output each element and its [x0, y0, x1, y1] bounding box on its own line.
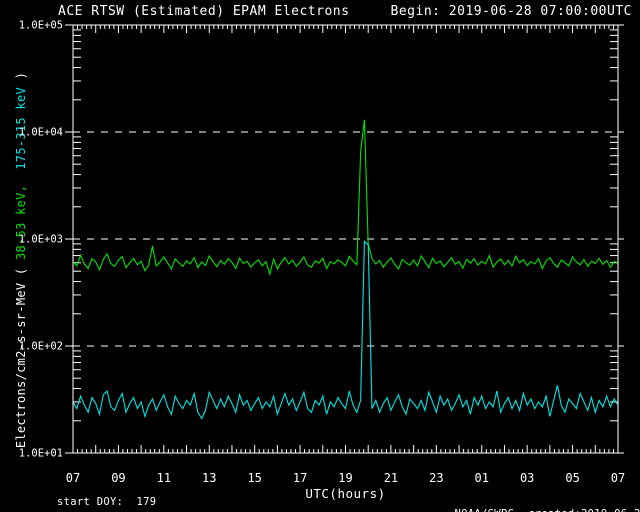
y-tick-label: 1.0E+05 — [19, 20, 63, 32]
epam-chart: 1.0E+01 1.0E+02 1.0E+03 1.0E+04 1.0E+05 07 09 1… — [19, 20, 625, 486]
x-tick-label: 07 — [611, 471, 625, 485]
series-line-175-315-kev — [72, 240, 619, 420]
x-tick-label: 17 — [293, 471, 307, 485]
credit-label: NOAA/SWPC — [455, 508, 515, 512]
x-tick-label: 11 — [157, 471, 171, 485]
x-tick-label: 01 — [475, 471, 489, 485]
x-tick-label: 23 — [429, 471, 443, 485]
x-tick-label: 21 — [384, 471, 398, 485]
y-tick-label: 1.0E+01 — [19, 448, 63, 460]
epam-plot-window: ACE RTSW (Estimated) EPAM Electrons Begi… — [0, 0, 640, 512]
x-tick-label: 09 — [111, 471, 125, 485]
x-tick-label: 15 — [247, 471, 261, 485]
series-line-38-53-kev — [72, 119, 619, 277]
start-doy-label: start DOY: 179 — [57, 496, 157, 508]
y-tick-label: 1.0E+02 — [19, 341, 63, 353]
x-tick-label: 19 — [338, 471, 352, 485]
created-timestamp: created:2019-06-29 06:46:07UTC — [528, 508, 640, 512]
y-tick-label: 1.0E+04 — [19, 127, 63, 139]
x-tick-label: 03 — [520, 471, 534, 485]
x-tick-label: 07 — [66, 471, 80, 485]
x-tick-label: 13 — [202, 471, 216, 485]
y-tick-label: 1.0E+03 — [19, 234, 63, 246]
footer-credit-row: NOAA/SWPC created:2019-06-29 06:46:07UTC — [428, 496, 640, 512]
x-tick-label: 05 — [565, 471, 579, 485]
